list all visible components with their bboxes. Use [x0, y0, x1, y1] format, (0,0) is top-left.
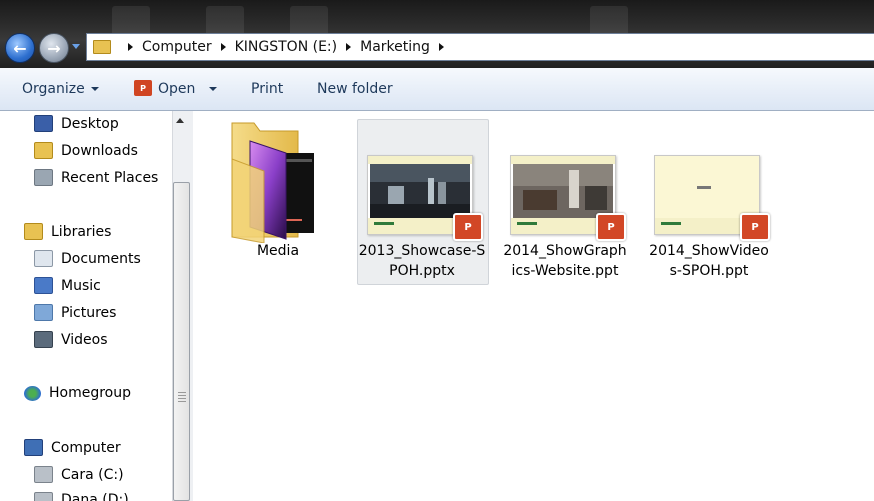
nav-label: Homegroup: [49, 385, 132, 401]
nav-item-videos[interactable]: Videos: [34, 331, 108, 348]
documents-icon: [34, 250, 53, 267]
file-item-media[interactable]: Media: [222, 119, 334, 269]
computer-icon: [24, 439, 43, 456]
downloads-folder-icon: [34, 142, 53, 159]
nav-item-computer[interactable]: Computer: [24, 439, 121, 456]
organize-button[interactable]: Organize: [22, 81, 99, 97]
file-name-line2: ics-Website.ppt: [511, 263, 619, 279]
folder-icon: [231, 122, 314, 243]
nav-item-drive-c[interactable]: Cara (C:): [34, 466, 124, 483]
chevron-right-icon[interactable]: [128, 43, 133, 51]
breadcrumb[interactable]: Computer KINGSTON (E:) Marketing: [86, 33, 874, 61]
nav-item-music[interactable]: Music: [34, 277, 101, 294]
scroll-up-arrow-icon[interactable]: [176, 118, 184, 123]
nav-item-homegroup[interactable]: Homegroup: [24, 385, 131, 401]
nav-label: Pictures: [61, 304, 117, 321]
print-button[interactable]: Print: [251, 81, 283, 97]
libraries-icon: [24, 223, 43, 240]
forward-arrow-icon: →: [47, 38, 61, 58]
nav-item-recent-places[interactable]: Recent Places: [34, 169, 158, 186]
nav-item-pictures[interactable]: Pictures: [34, 304, 116, 321]
file-name: Media: [256, 243, 300, 259]
desktop-icon: [34, 115, 53, 132]
nav-label: Music: [61, 277, 101, 294]
nav-label: Downloads: [61, 142, 138, 159]
open-button[interactable]: Open: [158, 81, 218, 97]
chevron-down-icon: [209, 87, 218, 91]
nav-label: Recent Places: [61, 169, 159, 186]
nav-label: Desktop: [61, 115, 119, 132]
powerpoint-icon: P: [453, 213, 483, 241]
organize-label: Organize: [22, 81, 85, 97]
file-item-2013-showcase[interactable]: P 2013_Showcase-S POH.pptx: [357, 119, 487, 283]
chevron-right-icon[interactable]: [220, 43, 226, 51]
nav-label: Libraries: [51, 223, 112, 240]
new-folder-button[interactable]: New folder: [317, 81, 393, 97]
nav-label: Computer: [51, 439, 121, 456]
back-arrow-icon: ←: [13, 38, 27, 58]
file-name-line1: 2014_ShowVideo: [649, 243, 769, 259]
music-icon: [34, 277, 53, 294]
powerpoint-icon: P: [740, 213, 770, 241]
homegroup-icon: [24, 385, 41, 401]
nav-item-libraries[interactable]: Libraries: [24, 223, 111, 240]
nav-item-drive-d[interactable]: Dana (D:): [34, 492, 129, 501]
chevron-right-icon[interactable]: [438, 43, 444, 51]
nav-label: Videos: [61, 331, 108, 348]
nav-label: Documents: [61, 250, 141, 267]
chevron-down-icon: [90, 87, 99, 91]
open-label: Open: [158, 81, 196, 97]
nav-item-documents[interactable]: Documents: [34, 250, 141, 267]
nav-label: Cara (C:): [61, 466, 124, 483]
drive-icon: [34, 466, 53, 483]
scroll-thumb[interactable]: [173, 182, 190, 501]
file-item-2014-showvideos[interactable]: P 2014_ShowVideo s-SPOH.ppt: [644, 119, 774, 283]
scroll-grip-icon: [178, 392, 186, 402]
breadcrumb-computer[interactable]: Computer: [142, 39, 212, 55]
file-name-line2: s-SPOH.ppt: [669, 263, 749, 279]
nav-item-downloads[interactable]: Downloads: [34, 142, 138, 159]
breadcrumb-marketing[interactable]: Marketing: [360, 39, 430, 55]
breadcrumb-kingston[interactable]: KINGSTON (E:): [235, 39, 338, 55]
drive-icon: [34, 492, 53, 501]
address-bar-region: ← → Computer KINGSTON (E:) Marketing: [0, 0, 874, 68]
file-name-line1: 2014_ShowGraph: [503, 243, 627, 259]
nav-label: Dana (D:): [61, 492, 129, 501]
powerpoint-icon: P: [596, 213, 626, 241]
folder-icon: [93, 40, 111, 54]
recent-places-icon: [34, 169, 53, 186]
file-name-line1: 2013_Showcase-S: [358, 243, 486, 259]
file-name-line2: POH.pptx: [389, 263, 455, 279]
back-button[interactable]: ←: [5, 33, 35, 63]
forward-button[interactable]: →: [39, 33, 69, 63]
chevron-right-icon[interactable]: [346, 43, 352, 51]
file-item-2014-showgraphics[interactable]: P 2014_ShowGraph ics-Website.ppt: [502, 119, 628, 283]
powerpoint-icon: P: [134, 80, 152, 96]
nav-item-desktop[interactable]: Desktop: [34, 115, 119, 132]
command-bar: Organize Open Print New folder: [0, 68, 874, 111]
pictures-icon: [34, 304, 53, 321]
videos-icon: [34, 331, 53, 348]
recent-pages-dropdown-icon[interactable]: [72, 44, 80, 49]
